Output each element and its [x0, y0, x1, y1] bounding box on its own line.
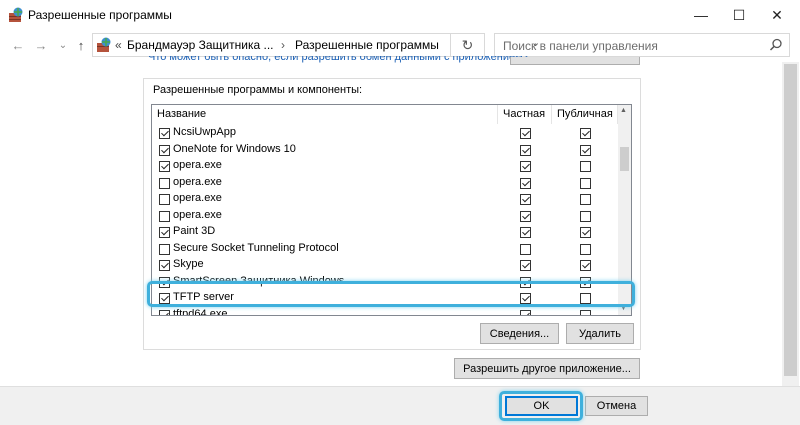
program-name: Paint 3D [173, 225, 216, 237]
group-label: Разрешенные программы и компоненты: [153, 84, 363, 96]
firewall-app-icon [8, 7, 24, 23]
list-item[interactable]: tftpd64.exe [152, 307, 618, 316]
list-item[interactable]: Secure Socket Tunneling Protocol [152, 241, 618, 258]
address-bar[interactable]: « Брандмауэр Защитника ... › Разрешенные… [92, 33, 540, 57]
public-checkbox[interactable] [580, 260, 591, 271]
remove-button[interactable]: Удалить [566, 323, 634, 344]
refresh-icon[interactable]: ↻ [450, 34, 484, 56]
breadcrumb-overflow-icon[interactable]: « [115, 38, 122, 52]
enable-checkbox[interactable] [159, 243, 170, 255]
details-button[interactable]: Сведения... [480, 323, 559, 344]
search-placeholder: Поиск в панели управления [503, 39, 658, 53]
public-checkbox[interactable] [580, 194, 591, 205]
page-scrollbar-thumb[interactable] [784, 64, 797, 376]
column-header-private[interactable]: Частная [498, 105, 552, 124]
enable-checkbox[interactable] [159, 128, 170, 139]
program-name: opera.exe [173, 192, 222, 204]
public-checkbox[interactable] [580, 309, 591, 315]
breadcrumb-firewall[interactable]: Брандмауэр Защитника ... [127, 38, 273, 52]
back-arrow-icon[interactable]: ← [9, 36, 27, 54]
list-item[interactable]: opera.exe [152, 175, 618, 192]
enable-checkbox[interactable] [159, 161, 170, 172]
enable-checkbox[interactable] [159, 210, 170, 222]
enable-checkbox[interactable] [159, 144, 170, 156]
program-name: Secure Socket Tunneling Protocol [173, 241, 339, 254]
enable-checkbox[interactable] [159, 194, 170, 205]
close-button[interactable]: ✕ [754, 0, 800, 30]
scroll-up-arrow-icon[interactable]: ▲ [620, 107, 627, 114]
breadcrumb-allowed-programs[interactable]: Разрешенные программы [295, 38, 439, 52]
private-checkbox[interactable] [520, 194, 531, 205]
public-checkbox[interactable] [580, 144, 591, 156]
program-name: opera.exe [173, 208, 222, 221]
private-checkbox[interactable] [520, 260, 531, 271]
public-checkbox[interactable] [580, 243, 591, 255]
enable-checkbox[interactable] [159, 227, 170, 238]
private-checkbox[interactable] [520, 161, 531, 172]
recent-locations-chevron-icon[interactable]: ⌄ [54, 36, 72, 54]
public-checkbox[interactable] [580, 210, 591, 222]
list-item[interactable]: opera.exe [152, 191, 618, 208]
change-settings-button[interactable] [510, 57, 640, 65]
search-icon[interactable] [769, 38, 783, 52]
list-item[interactable]: Skype [152, 257, 618, 274]
window-title: Разрешенные программы [28, 8, 172, 22]
list-item[interactable]: opera.exe [152, 208, 618, 225]
private-checkbox[interactable] [520, 243, 531, 255]
list-scrollbar-thumb[interactable] [620, 147, 629, 171]
program-name: OneNote for Windows 10 [173, 142, 296, 155]
private-checkbox[interactable] [520, 177, 531, 189]
program-name: Skype [173, 258, 204, 270]
column-header-public[interactable]: Публичная [552, 105, 618, 124]
up-arrow-icon[interactable]: ↑ [72, 36, 90, 54]
program-name: tftpd64.exe [173, 307, 228, 316]
public-checkbox[interactable] [580, 227, 591, 238]
program-name: opera.exe [173, 175, 222, 188]
breadcrumb-separator-icon: › [281, 38, 285, 52]
public-checkbox[interactable] [580, 128, 591, 139]
cancel-button[interactable]: Отмена [585, 396, 648, 416]
dialog-footer [0, 386, 800, 425]
column-header-name[interactable]: Название [152, 105, 498, 124]
public-checkbox[interactable] [580, 177, 591, 189]
program-name: NcsiUwpApp [173, 126, 236, 138]
list-item[interactable]: opera.exe [152, 158, 618, 175]
list-item[interactable]: NcsiUwpApp [152, 125, 618, 142]
risk-info-link[interactable]: Что может быть опасно, если разрешить об… [148, 56, 529, 64]
private-checkbox[interactable] [520, 227, 531, 238]
private-checkbox[interactable] [520, 210, 531, 222]
list-item[interactable]: OneNote for Windows 10 [152, 142, 618, 159]
search-input[interactable]: Поиск в панели управления [494, 33, 790, 57]
control-panel-icon [96, 37, 112, 53]
private-checkbox[interactable] [520, 128, 531, 139]
forward-arrow-icon[interactable]: → [32, 36, 50, 54]
allow-another-app-button[interactable]: Разрешить другое приложение... [454, 358, 640, 379]
enable-checkbox[interactable] [159, 260, 170, 271]
ok-button-highlight [499, 391, 583, 421]
enable-checkbox[interactable] [159, 177, 170, 189]
enable-checkbox[interactable] [159, 309, 170, 315]
public-checkbox[interactable] [580, 161, 591, 172]
private-checkbox[interactable] [520, 144, 531, 156]
program-name: opera.exe [173, 159, 222, 171]
tftp-server-highlight [147, 281, 635, 307]
private-checkbox[interactable] [520, 309, 531, 315]
list-item[interactable]: Paint 3D [152, 224, 618, 241]
